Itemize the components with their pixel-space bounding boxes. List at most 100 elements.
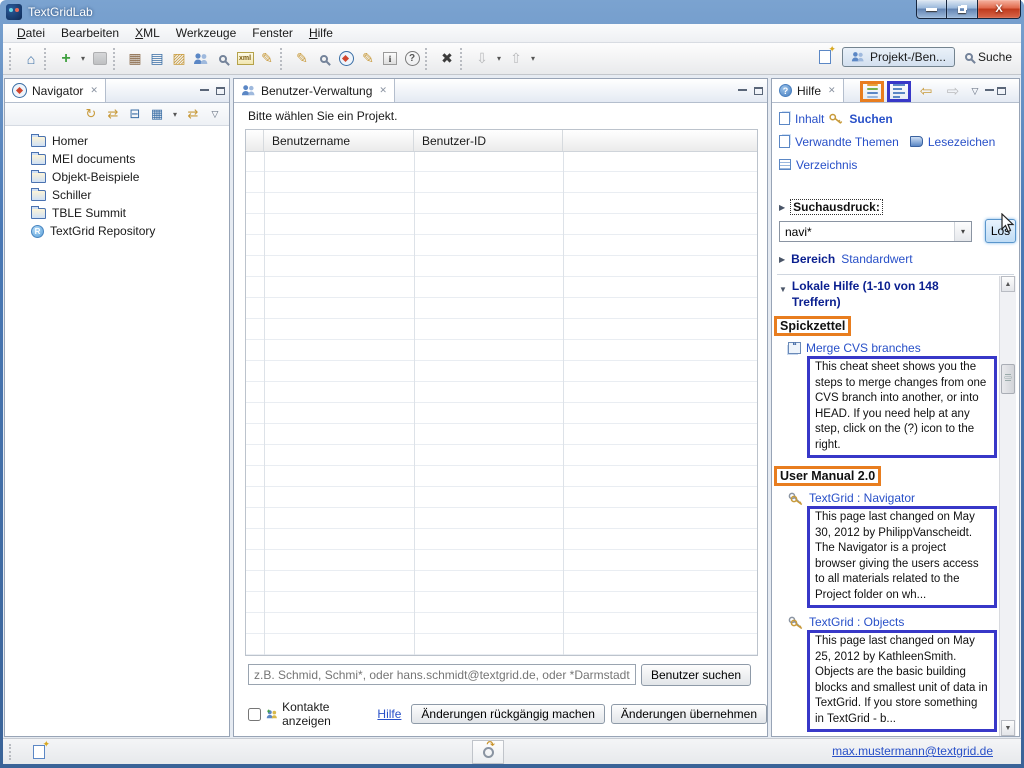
image-link-editor-button[interactable]: ▨ — [168, 48, 190, 70]
minimize-button[interactable] — [916, 0, 947, 19]
tree-item-schiller[interactable]: Schiller — [5, 186, 229, 204]
scroll-down-button[interactable]: ▼ — [1001, 720, 1015, 736]
info-button[interactable]: i — [379, 48, 401, 70]
scope-value-link[interactable]: Standardwert — [841, 252, 912, 266]
inhalt-link[interactable]: Inhalt — [795, 112, 824, 126]
user-account-link[interactable]: max.mustermann@textgrid.de — [832, 744, 993, 758]
maximize-view-button[interactable] — [216, 87, 225, 95]
open-perspective-button[interactable] — [814, 46, 836, 68]
scrollbar-thumb[interactable] — [1001, 364, 1015, 394]
xml-icon: xml — [237, 52, 254, 65]
show-result-categories-button[interactable] — [860, 81, 884, 102]
import-dropdown[interactable]: ▾ — [493, 48, 505, 70]
view-menu-icon[interactable]: ▽ — [968, 81, 982, 102]
new-object-button[interactable]: + — [55, 48, 77, 70]
maximize-view-button[interactable] — [997, 87, 1006, 95]
menu-fenster[interactable]: Fenster — [244, 25, 301, 41]
minimize-view-button[interactable] — [738, 88, 747, 91]
navigator-tabbar: Navigator ✕ — [5, 79, 229, 103]
undo-changes-button[interactable]: Änderungen rückgängig machen — [411, 704, 604, 724]
gallery-button[interactable]: ▦ — [124, 48, 146, 70]
forward-button[interactable]: ⇨ — [941, 81, 965, 102]
header-benutzername[interactable]: Benutzername — [264, 130, 414, 151]
update-status-button[interactable] — [472, 740, 504, 764]
user-search-input[interactable] — [248, 664, 636, 685]
search-expression-input[interactable] — [780, 225, 954, 239]
menu-werkzeuge[interactable]: Werkzeuge — [168, 25, 244, 41]
dictionary-button[interactable]: ▤ — [146, 48, 168, 70]
help-link[interactable]: Hilfe — [377, 707, 401, 721]
tab-close-icon[interactable]: ✕ — [377, 85, 387, 96]
search-expression-combo[interactable]: ▾ — [779, 221, 972, 242]
result-link[interactable]: TextGrid : Objects — [809, 615, 904, 629]
menu-hilfe[interactable]: Hilfe — [301, 25, 341, 41]
minimize-view-button[interactable] — [985, 88, 994, 91]
tab-benutzer-verwaltung[interactable]: Benutzer-Verwaltung ✕ — [234, 79, 395, 102]
scope-label: Bereich — [791, 252, 835, 266]
xml-editor-button[interactable]: xml — [234, 48, 256, 70]
tab-close-icon[interactable]: ✕ — [88, 85, 98, 96]
perspective-projekt-benutzer[interactable]: Projekt-/Ben... — [842, 47, 955, 67]
export-button[interactable]: ⇧ — [505, 48, 527, 70]
navigator-button[interactable] — [335, 48, 357, 70]
tab-navigator[interactable]: Navigator ✕ — [5, 79, 106, 102]
restore-button[interactable] — [947, 0, 978, 19]
menu-datei[interactable]: Datei — [9, 25, 53, 41]
result-link[interactable]: TextGrid : Navigator — [809, 491, 915, 505]
refresh-button[interactable]: ↻ — [81, 105, 101, 123]
search-results-button[interactable] — [313, 48, 335, 70]
tree-item-objekt-beispiele[interactable]: Objekt-Beispiele — [5, 168, 229, 186]
metadata-editor-button[interactable]: ✎ — [357, 48, 379, 70]
users-table[interactable]: Benutzername Benutzer-ID — [245, 129, 758, 656]
tree-item-textgrid-repository[interactable]: RTextGrid Repository — [5, 222, 229, 240]
verzeichnis-link[interactable]: Verzeichnis — [796, 158, 857, 172]
tree-item-mei-documents[interactable]: MEI documents — [5, 150, 229, 168]
collapse-all-button[interactable]: ⊟ — [125, 105, 145, 123]
link-with-editor-button[interactable]: ⇄ — [183, 105, 203, 123]
import-button[interactable]: ⇩ — [471, 48, 493, 70]
maximize-view-button[interactable] — [754, 87, 763, 95]
scroll-up-button[interactable]: ▲ — [1001, 276, 1015, 292]
apply-changes-button[interactable]: Änderungen übernehmen — [611, 704, 767, 724]
new-object-dropdown[interactable]: ▾ — [77, 48, 89, 70]
close-editor-button[interactable]: ✖ — [436, 48, 458, 70]
result-textgrid-navigator[interactable]: TextGrid : Navigator — [788, 490, 985, 506]
suchen-link[interactable]: Suchen — [849, 112, 892, 126]
combo-dropdown-icon[interactable]: ▾ — [954, 222, 971, 241]
result-link[interactable]: Merge CVS branches — [806, 341, 921, 355]
export-dropdown[interactable]: ▾ — [527, 48, 539, 70]
search-expression-header[interactable]: ▶ Suchausdruck: — [779, 200, 882, 214]
results-scrollbar[interactable]: ▲ ▼ — [999, 276, 1016, 736]
close-button[interactable]: X — [978, 0, 1021, 19]
note-editor-button[interactable]: ✎ — [291, 48, 313, 70]
tree-item-tble-summit[interactable]: TBLE Summit — [5, 204, 229, 222]
view-menu-icon[interactable]: ▽ — [205, 105, 225, 123]
tab-hilfe[interactable]: ? Hilfe ✕ — [772, 79, 844, 102]
back-button[interactable]: ⇦ — [914, 81, 938, 102]
header-benutzer-id[interactable]: Benutzer-ID — [414, 130, 563, 151]
search-button[interactable] — [212, 48, 234, 70]
result-merge-cvs[interactable]: ❝ Merge CVS branches — [788, 340, 985, 356]
tree-mode-button[interactable]: ▦ — [147, 105, 167, 123]
tab-close-icon[interactable]: ✕ — [826, 85, 836, 96]
revoke-key-button[interactable]: ✎ — [256, 48, 278, 70]
fast-view-icon[interactable] — [33, 745, 45, 759]
user-search-button[interactable]: Benutzer suchen — [641, 664, 751, 686]
minimize-view-button[interactable] — [200, 88, 209, 91]
perspective-suche[interactable]: Suche — [961, 48, 1016, 66]
save-button[interactable] — [89, 48, 111, 70]
user-administration-button[interactable] — [190, 48, 212, 70]
swap-view-button[interactable]: ⇄ — [103, 105, 123, 123]
verwandte-themen-link[interactable]: Verwandte Themen — [795, 135, 899, 149]
show-contacts-checkbox[interactable] — [248, 708, 261, 721]
tree-mode-dropdown[interactable]: ▾ — [169, 105, 181, 123]
tree-item-homer[interactable]: Homer — [5, 132, 229, 150]
show-result-descriptions-button[interactable] — [887, 81, 911, 102]
menu-xml[interactable]: XML — [127, 25, 168, 41]
help-button[interactable]: ? — [401, 48, 423, 70]
lesezeichen-link[interactable]: Lesezeichen — [928, 135, 995, 149]
home-button[interactable]: ⌂ — [20, 48, 42, 70]
result-textgrid-objects[interactable]: TextGrid : Objects — [788, 614, 985, 630]
menu-bearbeiten[interactable]: Bearbeiten — [53, 25, 127, 41]
local-help-header[interactable]: ▼ Lokale Hilfe (1-10 von 148 Treffern) — [779, 278, 979, 310]
